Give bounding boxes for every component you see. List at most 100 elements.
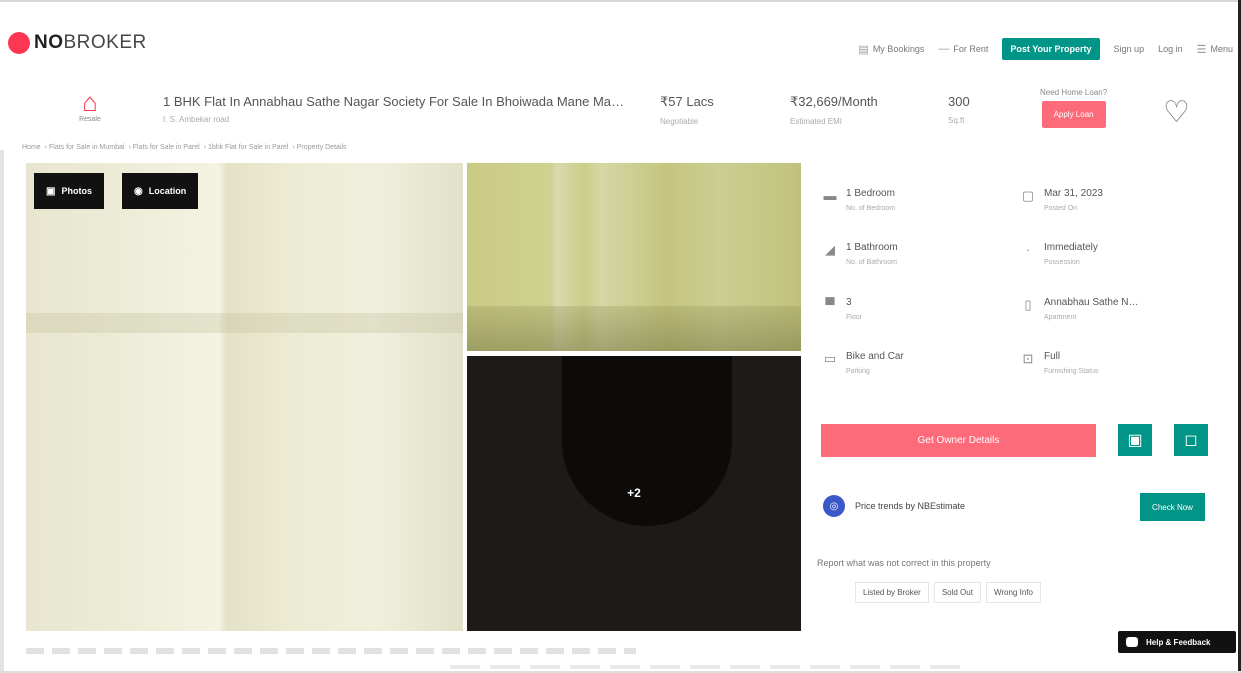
price-sub: Negotiable [660,117,699,126]
price-stat: ₹57 Lacs Negotiable [660,94,714,126]
calendar-icon: ▢ [1021,188,1035,203]
bottom-text-blur-2 [450,665,970,669]
detail-parking: ▭ Bike and Car Parking [822,351,904,375]
area-value: 300 [948,94,970,109]
location-tab[interactable]: ◉ Location [122,173,199,209]
emi-value: ₹32,669/Month [790,94,878,109]
key-icon: · [1025,242,1031,257]
left-edge [0,150,4,673]
price-trends-label: Price trends by NBEstimate [855,501,966,511]
help-feedback-button[interactable]: Help & Feedback [1118,631,1236,653]
rent-icon: — [938,43,950,55]
main-property-photo[interactable]: ▣ Photos ◉ Location [26,163,463,631]
trend-logo-icon: ◎ [823,495,845,517]
detail-value: 1 Bathroom [846,242,898,253]
report-listed-by-broker[interactable]: Listed by Broker [855,582,929,603]
apartment-icon: ▯ [1024,297,1032,312]
nav-bookings[interactable]: ▤ My Bookings [858,43,924,56]
compass-icon: ◉ [134,185,143,197]
side-photo-bottom[interactable]: +2 [467,356,801,631]
detail-value: 3 [846,297,852,308]
chat-bubble-icon [1126,637,1138,647]
photos-tab-label: Photos [61,186,92,196]
detail-value: Mar 31, 2023 [1044,188,1103,199]
camera-icon: ▣ [46,185,56,197]
report-sold-out[interactable]: Sold Out [933,582,981,603]
house-icon: ⌂ [82,87,98,117]
property-type: ⌂ Resale [72,88,108,123]
more-photos-count: +2 [627,486,641,500]
listing-address: I. S. Ambekar road [163,115,230,124]
bath-icon: ◢ [825,242,835,257]
logo-bold: NO [34,32,64,53]
listing-title: 1 BHK Flat In Annabhau Sathe Nagar Socie… [163,94,625,109]
detail-sub: Apartment [1044,314,1077,321]
area-sub: Sq.ft [948,116,965,125]
detail-value: 1 Bedroom [846,188,895,199]
detail-furnishing: ⊡ Full Furnishing Status [1020,351,1099,375]
top-nav: ▤ My Bookings — For Rent Post Your Prope… [858,38,1233,60]
detail-bathroom: ◢ 1 Bathroom No. of Bathroom [822,242,898,266]
side-photo-top[interactable] [467,163,801,351]
detail-bedroom: ▬ 1 Bedroom No. of Bedroom [822,188,896,212]
schedule-visit-button[interactable]: ▣ [1118,424,1152,456]
breadcrumb-1bhk-parel[interactable]: 1bhk Flat for Sale in Parel [208,144,289,151]
nav-for-rent-label: For Rent [953,44,989,54]
detail-posted: ▢ Mar 31, 2023 Posted On [1020,188,1103,212]
property-type-label: Resale [79,116,101,123]
bookings-icon: ▤ [858,43,869,56]
area-stat: 300 Sq.ft [948,94,970,125]
detail-sub: Furnishing Status [1044,368,1099,375]
detail-value: Bike and Car [846,351,904,362]
menu-button[interactable]: ☰ Menu [1197,43,1233,56]
apply-loan-button[interactable]: Apply Loan [1041,101,1106,128]
chat-icon: ◻ [1184,432,1198,449]
bed-icon: ▬ [823,188,837,203]
car-icon: ▭ [823,351,837,366]
detail-floor: ▀ 3 Floor [822,297,862,321]
nav-for-rent[interactable]: — For Rent [938,43,988,55]
breadcrumb-mumbai[interactable]: Flats for Sale in Mumbai [49,144,124,151]
breadcrumb-parel[interactable]: Flats for Sale in Parel [133,144,200,151]
listing-summary: ⌂ Resale 1 BHK Flat In Annabhau Sathe Na… [0,88,1241,140]
signup-link[interactable]: Sign up [1114,44,1145,54]
detail-apartment: ▯ Annabhau Sathe N… Apartment [1020,297,1139,321]
detail-sub: No. of Bedroom [846,205,896,212]
nav-bookings-label: My Bookings [872,44,925,54]
breadcrumb: Home › Flats for Sale in Mumbai › Flats fo… [22,144,347,151]
detail-value: Immediately [1044,242,1098,253]
detail-value: Annabhau Sathe N… [1044,297,1139,308]
get-owner-details-button[interactable]: Get Owner Details [821,424,1096,457]
price-value: ₹57 Lacs [660,94,714,109]
bottom-text-blur [26,648,636,654]
report-wrong-info[interactable]: Wrong Info [985,582,1041,603]
home-loan: Need Home Loan? Apply Loan [1040,88,1107,128]
logo-rest: BROKER [63,32,147,53]
help-feedback-label: Help & Feedback [1146,637,1211,647]
login-link[interactable]: Log in [1158,44,1183,54]
report-heading: Report what was not correct in this prop… [817,558,991,568]
emi-stat: ₹32,669/Month Estimated EMI [790,94,878,126]
sofa-icon: ⊡ [1022,351,1034,366]
calendar-icon: ▣ [1127,432,1143,449]
detail-sub: Floor [846,314,862,321]
logo-mark [8,32,30,54]
detail-possession: · Immediately Possession [1020,242,1098,266]
location-tab-label: Location [148,186,187,196]
menu-label: Menu [1210,44,1233,54]
post-property-button[interactable]: Post Your Property [1002,38,1100,60]
check-now-button[interactable]: Check Now [1140,493,1205,521]
breadcrumb-home[interactable]: Home [22,144,41,151]
nobroker-logo[interactable]: NOBROKER [8,32,147,54]
emi-sub[interactable]: Estimated EMI [790,117,878,126]
detail-sub: No. of Bathroom [846,259,897,266]
report-options: Listed by Broker Sold Out Wrong Info [855,582,1046,603]
loan-question: Need Home Loan? [1040,88,1108,97]
shortlist-heart-icon[interactable]: ♡ [1163,98,1190,128]
detail-sub: Parking [846,368,870,375]
top-header: NOBROKER ▤ My Bookings — For Rent Post Y… [0,0,1241,82]
detail-sub: Posted On [1044,205,1078,212]
breadcrumb-current: Property Details [296,144,347,151]
chat-button[interactable]: ◻ [1174,424,1208,456]
photos-tab[interactable]: ▣ Photos [34,173,104,209]
